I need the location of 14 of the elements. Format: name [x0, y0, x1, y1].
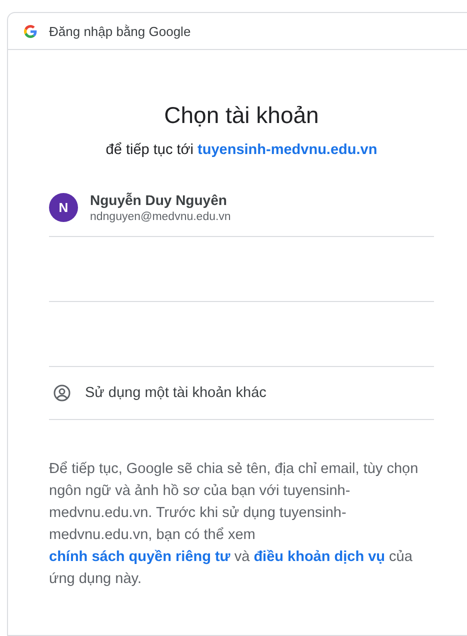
heading: Chọn tài khoản [163, 101, 320, 130]
disclosure-text: Để tiếp tục, Google sẽ chia sẻ tên, địa chỉ email, tùy chọn ngôn ngữ và ảnh hồ sơ của bạn với tuyensinh-medvnu.edu.vn. Trước khi sử dụng tuyensinh-medvnu.edu.vn, bạn có thể xem chính sách quyền riêng tư và điều khoản dịch vụ của ứng dụng này. [49, 460, 420, 589]
app-link[interactable]: tuyensinh-medvnu.edu.vn [198, 142, 378, 158]
account-name: Nguyễn Duy Nguyên [90, 192, 228, 208]
account-item[interactable]: N Nguyễn Duy Nguyên ndnguyen@medvnu.edu.vn [49, 178, 434, 237]
account-email: ndnguyen@medvnu.edu.vn [90, 210, 231, 222]
google-logo-icon [24, 24, 37, 38]
dialog-title: Đăng nhập bằng Google [49, 24, 191, 38]
policy-link[interactable]: chính sách quyền riêng tư [49, 549, 230, 565]
use-another-account-button[interactable]: Sử dụng một tài khoản khác [49, 367, 434, 420]
account-circle-icon [53, 384, 71, 402]
avatar: N [49, 192, 78, 222]
policy-link[interactable]: điều khoản dịch vụ [254, 549, 386, 565]
subtitle: để tiếp tục tới [106, 142, 194, 158]
